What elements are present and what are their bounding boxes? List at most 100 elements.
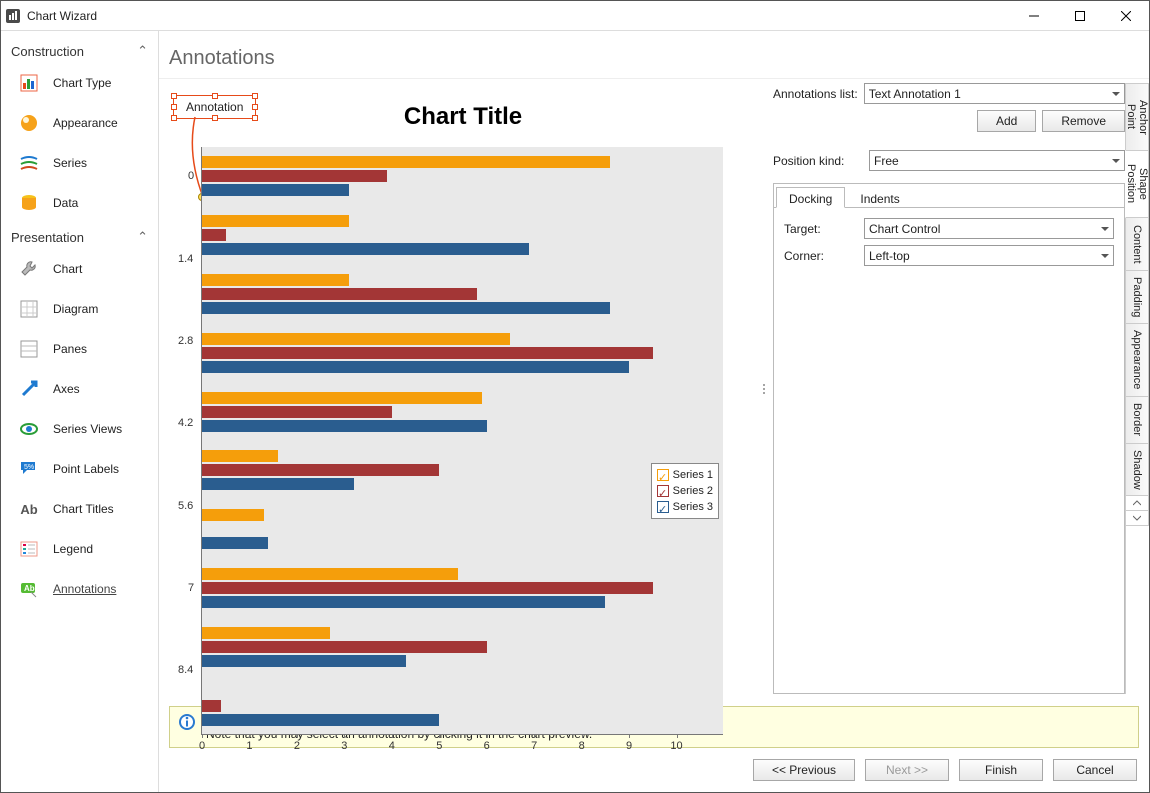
remove-button[interactable]: Remove — [1042, 110, 1125, 132]
maximize-button[interactable] — [1057, 1, 1103, 31]
info-icon — [178, 713, 196, 734]
x-axis-tick-label: 10 — [670, 740, 682, 752]
legend-icon — [19, 539, 39, 559]
x-axis-tick-label: 2 — [294, 740, 300, 752]
sidebar-item-panes[interactable]: Panes — [1, 329, 158, 369]
chart-bar — [202, 596, 605, 608]
vtab-content[interactable]: Content — [1126, 217, 1149, 271]
chart-bar — [202, 361, 629, 373]
chart-bar — [202, 509, 264, 521]
construction-sidebar: Construction ⌃ Chart Type Appearance Ser… — [1, 31, 159, 792]
x-axis-tick-label: 5 — [436, 740, 442, 752]
corner-select[interactable]: Left-top — [864, 245, 1114, 266]
y-axis-tick-label: 4.2 — [178, 417, 193, 429]
x-axis-tick-label: 6 — [484, 740, 490, 752]
vtab-padding[interactable]: Padding — [1126, 270, 1149, 324]
add-button[interactable]: Add — [977, 110, 1036, 132]
target-select[interactable]: Chart Control — [864, 218, 1114, 239]
series-views-icon — [19, 419, 39, 439]
finish-button[interactable]: Finish — [959, 759, 1043, 781]
chart-preview[interactable]: Chart Title Annotation — [159, 79, 759, 698]
annotations-icon: Ab — [19, 579, 39, 599]
sidebar-item-point-labels[interactable]: 5% Point Labels — [1, 449, 158, 489]
vtab-shape-position[interactable]: Shape Position — [1125, 150, 1149, 218]
x-axis-tick-label: 1 — [246, 740, 252, 752]
y-axis-tick-label: 5.6 — [178, 500, 193, 512]
previous-button[interactable]: << Previous — [753, 759, 855, 781]
wrench-icon — [19, 259, 39, 279]
vtab-scroll-up[interactable] — [1126, 495, 1149, 511]
chart-type-icon — [19, 73, 39, 93]
vtab-border[interactable]: Border — [1126, 396, 1149, 444]
series-icon — [19, 153, 39, 173]
annotations-list-select[interactable]: Text Annotation 1 — [864, 83, 1125, 104]
appearance-icon — [19, 113, 39, 133]
chart-bar — [202, 641, 487, 653]
splitter-handle[interactable] — [759, 79, 769, 698]
sidebar-item-legend[interactable]: Legend — [1, 529, 158, 569]
properties-panel: Annotations list: Text Annotation 1 Add … — [769, 79, 1149, 698]
chart-bar — [202, 568, 458, 580]
tab-docking[interactable]: Docking — [776, 187, 845, 208]
chart-legend[interactable]: ✓Series 1 ✓Series 2 ✓Series 3 — [651, 463, 719, 519]
axes-icon — [19, 379, 39, 399]
chart-bar — [202, 582, 653, 594]
sidebar-item-series[interactable]: Series — [1, 143, 158, 183]
y-axis-tick-label: 1.4 — [178, 253, 193, 265]
chart-bar — [202, 243, 529, 255]
chart-bar — [202, 333, 510, 345]
chart-bar — [202, 302, 610, 314]
cancel-button[interactable]: Cancel — [1053, 759, 1137, 781]
sidebar-item-series-views[interactable]: Series Views — [1, 409, 158, 449]
chart-bar — [202, 478, 354, 490]
svg-text:5%: 5% — [24, 464, 34, 471]
group-construction[interactable]: Construction ⌃ — [1, 37, 158, 63]
target-label: Target: — [784, 222, 864, 236]
sidebar-item-annotations[interactable]: Ab Annotations — [1, 569, 158, 609]
svg-text:Ab: Ab — [24, 584, 35, 593]
chart-bar — [202, 347, 653, 359]
page-title: Annotations — [159, 31, 1149, 78]
chart-bar — [202, 170, 387, 182]
data-icon — [19, 193, 39, 213]
minimize-button[interactable] — [1011, 1, 1057, 31]
x-axis-tick-label: 9 — [626, 740, 632, 752]
x-axis-tick-label: 8 — [579, 740, 585, 752]
x-axis-tick-label: 7 — [531, 740, 537, 752]
chart-bar — [202, 215, 349, 227]
x-axis-tick-label: 0 — [199, 740, 205, 752]
sidebar-item-diagram[interactable]: Diagram — [1, 289, 158, 329]
chart-bar — [202, 184, 349, 196]
point-labels-icon: 5% — [19, 459, 39, 479]
chart-bar — [202, 627, 330, 639]
sidebar-item-data[interactable]: Data — [1, 183, 158, 223]
sidebar-item-chart[interactable]: Chart — [1, 249, 158, 289]
chart-bar — [202, 450, 278, 462]
sidebar-item-appearance[interactable]: Appearance — [1, 103, 158, 143]
app-icon — [5, 8, 21, 24]
vtab-shadow[interactable]: Shadow — [1126, 443, 1149, 497]
chart-plot-area[interactable]: ✓Series 1 ✓Series 2 ✓Series 3 01.42.84.2… — [201, 147, 723, 735]
chart-bar — [202, 156, 610, 168]
position-kind-label: Position kind: — [773, 154, 863, 168]
vtab-appearance[interactable]: Appearance — [1126, 323, 1149, 396]
next-button[interactable]: Next >> — [865, 759, 949, 781]
position-kind-select[interactable]: Free — [869, 150, 1125, 171]
chart-bar — [202, 392, 482, 404]
vtab-anchor-point[interactable]: Anchor Point — [1126, 83, 1149, 151]
corner-label: Corner: — [784, 249, 864, 263]
tab-indents[interactable]: Indents — [847, 187, 912, 208]
close-button[interactable] — [1103, 1, 1149, 31]
sidebar-item-chart-titles[interactable]: Ab Chart Titles — [1, 489, 158, 529]
chart-bar — [202, 274, 349, 286]
sidebar-item-chart-type[interactable]: Chart Type — [1, 63, 158, 103]
vtab-scroll-down[interactable] — [1126, 510, 1149, 526]
chart-bar — [202, 655, 406, 667]
chevron-up-icon: ⌃ — [84, 43, 148, 59]
group-presentation[interactable]: Presentation ⌃ — [1, 223, 158, 249]
chart-titles-icon: Ab — [19, 499, 39, 519]
window-title: Chart Wizard — [27, 9, 1011, 23]
x-axis-tick-label: 3 — [341, 740, 347, 752]
sidebar-item-axes[interactable]: Axes — [1, 369, 158, 409]
chart-bar — [202, 464, 439, 476]
